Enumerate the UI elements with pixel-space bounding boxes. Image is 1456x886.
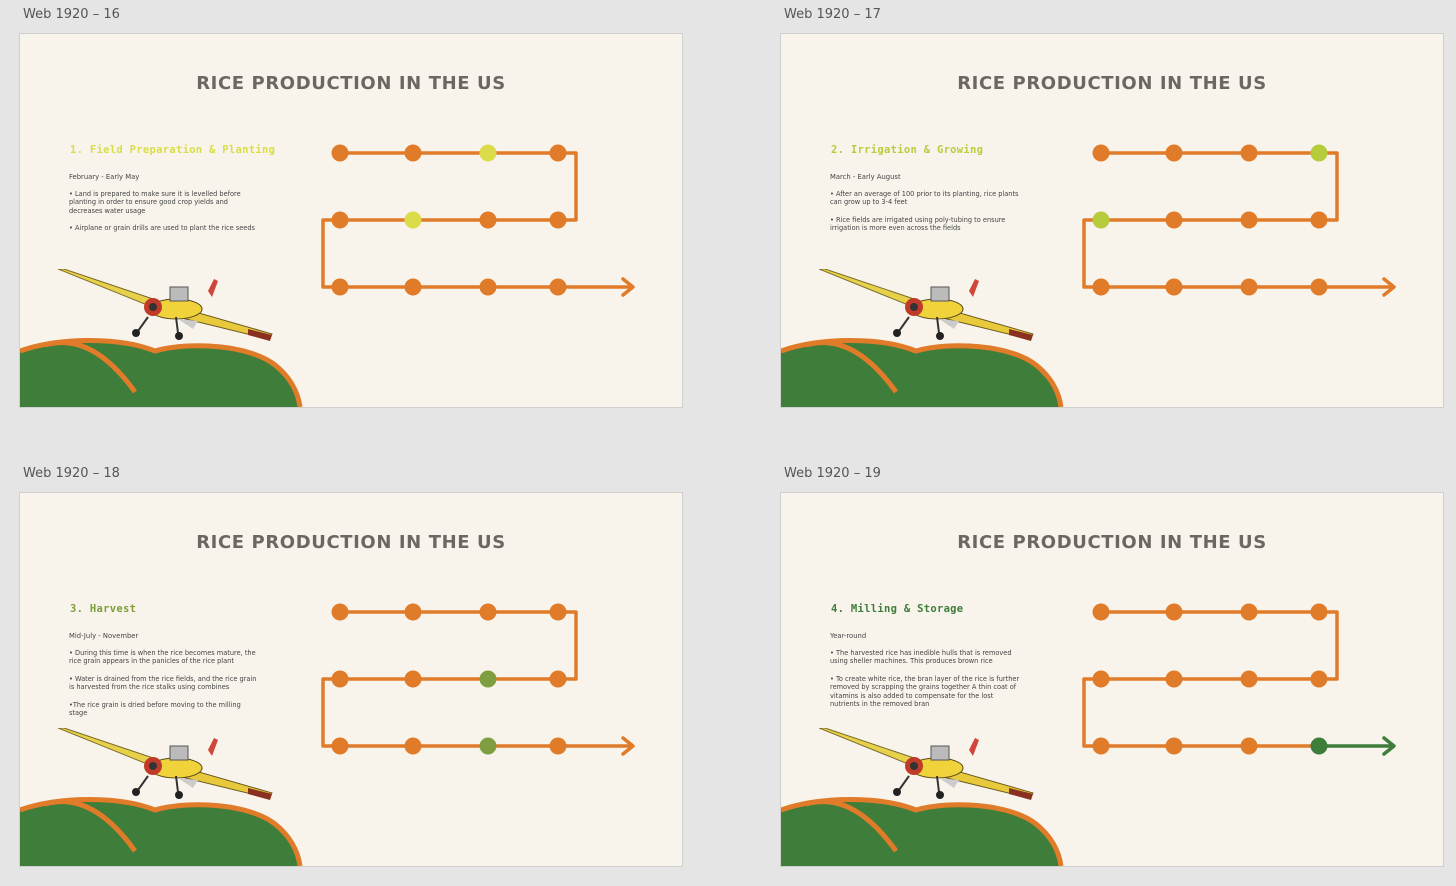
timeline-dot — [1310, 670, 1328, 688]
timeline-dot — [331, 144, 349, 162]
timeline-dot — [1310, 211, 1328, 229]
timeline-dot — [549, 278, 567, 296]
timeline-dot — [549, 670, 567, 688]
timeline-dot — [549, 211, 567, 229]
timeline-dot — [1240, 144, 1258, 162]
timeline-dot — [1240, 278, 1258, 296]
timeline-path — [321, 151, 632, 289]
green-hills-illustration — [781, 338, 1064, 407]
timeline-dot — [404, 144, 422, 162]
green-hills-illustration — [20, 797, 303, 866]
timeline-dot — [404, 670, 422, 688]
timeline-dot-active — [479, 144, 497, 162]
artboard-label[interactable]: Web 1920 – 19 — [784, 466, 881, 481]
timeline-dot — [1092, 278, 1110, 296]
timeline-dot — [1165, 603, 1183, 621]
green-hills-illustration — [20, 338, 303, 407]
timeline-dot — [331, 278, 349, 296]
timeline-dot — [1092, 737, 1110, 755]
timeline-dot — [331, 737, 349, 755]
timeline-dot — [1092, 144, 1110, 162]
timeline-dot — [549, 144, 567, 162]
timeline-dot — [1240, 670, 1258, 688]
timeline-dot — [479, 211, 497, 229]
timeline-dot-active — [404, 211, 422, 229]
timeline-dot — [331, 670, 349, 688]
artboard[interactable]: RICE PRODUCTION IN THE US 2. Irrigation … — [780, 33, 1444, 408]
timeline-dot — [404, 278, 422, 296]
timeline-dot — [479, 278, 497, 296]
timeline-dot — [404, 603, 422, 621]
timeline-dot — [404, 737, 422, 755]
artboard[interactable]: RICE PRODUCTION IN THE US 1. Field Prepa… — [19, 33, 683, 408]
timeline-dot-active — [1310, 144, 1328, 162]
timeline-dot — [549, 737, 567, 755]
artboard-label[interactable]: Web 1920 – 17 — [784, 7, 881, 22]
timeline-dot — [1240, 737, 1258, 755]
timeline-dot — [1165, 670, 1183, 688]
timeline-dot — [479, 603, 497, 621]
timeline-dot — [331, 603, 349, 621]
timeline-dot-active — [479, 737, 497, 755]
green-hills-illustration — [781, 797, 1064, 866]
timeline-dot — [1092, 603, 1110, 621]
timeline-dot — [331, 211, 349, 229]
timeline-dot — [1240, 603, 1258, 621]
timeline-dot — [1165, 211, 1183, 229]
timeline-dot — [1310, 278, 1328, 296]
timeline-dot — [1165, 144, 1183, 162]
artboard-label[interactable]: Web 1920 – 18 — [23, 466, 120, 481]
artboard-label[interactable]: Web 1920 – 16 — [23, 7, 120, 22]
timeline-path — [321, 610, 632, 748]
timeline-dot — [1165, 737, 1183, 755]
timeline-dot-active — [1092, 211, 1110, 229]
artboard[interactable]: RICE PRODUCTION IN THE US 4. Milling & S… — [780, 492, 1444, 867]
timeline-dot — [1310, 603, 1328, 621]
timeline-dot — [549, 603, 567, 621]
artboard[interactable]: RICE PRODUCTION IN THE US 3. Harvest Mid… — [19, 492, 683, 867]
timeline-path — [1082, 151, 1393, 289]
timeline-dot — [1240, 211, 1258, 229]
timeline-dot — [1092, 670, 1110, 688]
timeline-dot-active — [479, 670, 497, 688]
timeline-path — [1082, 610, 1339, 748]
timeline-dot — [1165, 278, 1183, 296]
timeline-dot-active — [1310, 737, 1328, 755]
